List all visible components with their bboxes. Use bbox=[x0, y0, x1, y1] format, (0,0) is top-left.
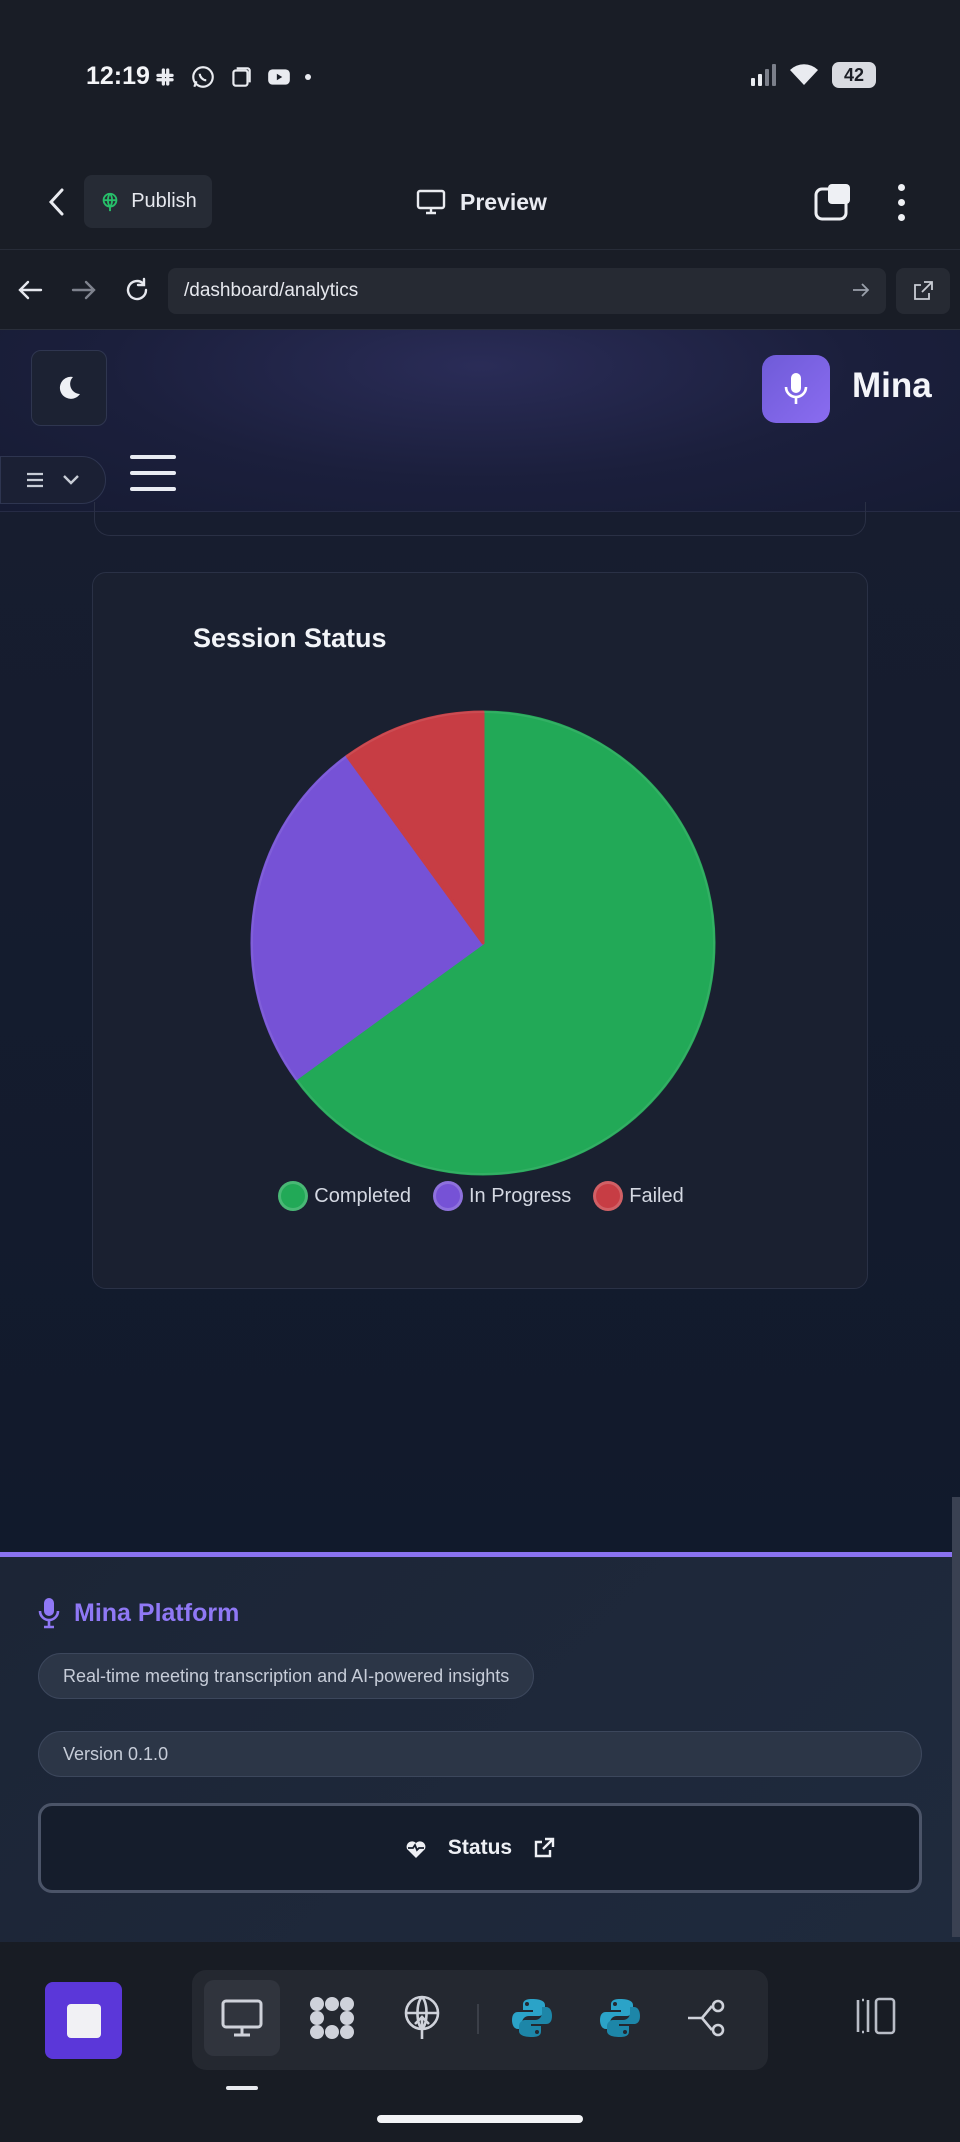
deploy-icon bbox=[404, 1995, 440, 2039]
external-link-icon bbox=[914, 281, 933, 300]
stop-icon bbox=[66, 2003, 101, 2038]
session-status-pie-chart bbox=[250, 710, 716, 1176]
copy-icon bbox=[232, 67, 251, 87]
legend-item-failed[interactable]: Failed bbox=[593, 1181, 684, 1211]
dock-tools bbox=[192, 1970, 768, 2070]
url-text: /dashboard/analytics bbox=[184, 280, 359, 301]
dock-deploy-button[interactable] bbox=[384, 1980, 460, 2056]
grid-apps-icon bbox=[310, 1997, 354, 2039]
external-link-icon bbox=[534, 1837, 555, 1858]
wifi-icon bbox=[790, 64, 818, 85]
monitor-icon bbox=[416, 189, 446, 215]
version-badge: Version 0.1.0 bbox=[38, 1731, 922, 1777]
system-status-bar: 12:19 42 bbox=[0, 0, 960, 150]
python-icon bbox=[512, 1999, 552, 2037]
microphone-icon bbox=[784, 373, 808, 404]
tabs-button[interactable] bbox=[812, 180, 856, 224]
reload-button[interactable] bbox=[117, 270, 157, 310]
legend-swatch bbox=[432, 1181, 463, 1211]
browser-url-bar: /dashboard/analytics bbox=[0, 250, 960, 330]
arrow-right-icon bbox=[71, 280, 96, 300]
status-button[interactable]: Status bbox=[38, 1803, 922, 1893]
footer-brand-name: Mina Platform bbox=[74, 1598, 240, 1627]
status-button-label: Status bbox=[447, 1836, 513, 1859]
preview-toggle[interactable]: Preview bbox=[416, 180, 547, 224]
theme-toggle-button[interactable] bbox=[31, 350, 107, 426]
chart-legend: Completed In Progress Failed bbox=[93, 1181, 869, 1211]
editor-toolbar: Publish Preview bbox=[0, 150, 960, 250]
sidebar-toggle[interactable] bbox=[0, 456, 106, 504]
more-dot bbox=[897, 198, 905, 206]
legend-label: Failed bbox=[629, 1184, 684, 1207]
mina-logo bbox=[762, 355, 830, 423]
youtube-icon bbox=[268, 69, 290, 85]
browser-back-button[interactable] bbox=[10, 270, 50, 310]
slack-icon bbox=[156, 68, 174, 86]
dock-apps-button[interactable] bbox=[294, 1980, 370, 2056]
url-input[interactable]: /dashboard/analytics bbox=[168, 268, 886, 314]
browser-forward-button[interactable] bbox=[64, 270, 104, 310]
share-nodes-icon bbox=[688, 1999, 725, 2037]
notification-icons bbox=[152, 64, 312, 90]
more-dot bbox=[897, 183, 905, 191]
legend-label: In Progress bbox=[468, 1184, 572, 1207]
dock-separator bbox=[477, 2004, 479, 2034]
bottom-dock bbox=[0, 1942, 960, 2142]
legend-item-in-progress[interactable]: In Progress bbox=[432, 1181, 572, 1211]
battery-indicator: 42 bbox=[832, 62, 876, 88]
chevron-down-icon bbox=[63, 475, 79, 485]
list-icon bbox=[27, 472, 43, 488]
moon-icon bbox=[59, 376, 80, 399]
heart-pulse-icon bbox=[406, 1841, 426, 1858]
more-dot bbox=[897, 213, 905, 221]
app-footer: Mina Platform Real-time meeting transcri… bbox=[0, 1497, 960, 1942]
stop-button[interactable] bbox=[45, 1982, 122, 2059]
signal-icon bbox=[751, 64, 776, 86]
footer-brand: Mina Platform bbox=[38, 1597, 239, 1629]
status-time: 12:19 bbox=[86, 62, 150, 90]
arrow-left-icon bbox=[18, 280, 43, 300]
dock-share-button[interactable] bbox=[670, 1980, 746, 2056]
dock-python-button-2[interactable] bbox=[582, 1980, 658, 2056]
go-arrow-icon[interactable] bbox=[850, 279, 872, 301]
hamburger-menu-button[interactable] bbox=[130, 455, 176, 491]
more-options-button[interactable] bbox=[886, 180, 916, 224]
legend-label: Completed bbox=[314, 1184, 411, 1207]
side-panel-toggle[interactable] bbox=[850, 1994, 900, 2044]
brand-name: Mina bbox=[852, 366, 932, 405]
desktop-icon bbox=[221, 1999, 263, 2037]
chevron-left-icon bbox=[48, 188, 64, 216]
panel-icon bbox=[856, 1997, 896, 2035]
scrollbar-thumb[interactable] bbox=[952, 1497, 960, 1937]
tabs-icon bbox=[814, 184, 850, 221]
reload-icon bbox=[126, 277, 148, 301]
dock-desktop-button[interactable] bbox=[204, 1980, 280, 2056]
dock-python-button[interactable] bbox=[494, 1980, 570, 2056]
legend-swatch bbox=[278, 1181, 309, 1211]
session-status-card: Session Status Completed In Progress Faile… bbox=[92, 572, 868, 1289]
back-button[interactable] bbox=[36, 180, 76, 224]
chart-title: Session Status bbox=[193, 623, 387, 653]
hamburger-line bbox=[130, 455, 176, 459]
app-header: Mina bbox=[0, 330, 960, 512]
previous-card-edge bbox=[94, 502, 866, 536]
open-external-button[interactable] bbox=[896, 268, 950, 314]
preview-label: Preview bbox=[460, 188, 547, 215]
main-content: Session Status Completed In Progress Faile… bbox=[0, 502, 960, 1552]
active-indicator bbox=[226, 2086, 258, 2090]
whatsapp-icon bbox=[192, 66, 214, 88]
publish-label: Publish bbox=[131, 190, 197, 212]
hamburger-line bbox=[130, 487, 176, 491]
home-indicator[interactable] bbox=[377, 2115, 583, 2123]
dot-icon bbox=[305, 74, 311, 80]
hamburger-line bbox=[130, 471, 176, 475]
status-right: 42 bbox=[750, 62, 876, 88]
python-icon bbox=[600, 1999, 640, 2037]
legend-item-completed[interactable]: Completed bbox=[278, 1181, 411, 1211]
publish-globe-icon bbox=[102, 192, 118, 211]
publish-button[interactable]: Publish bbox=[84, 175, 212, 228]
footer-tagline: Real-time meeting transcription and AI-p… bbox=[38, 1653, 535, 1699]
microphone-icon bbox=[38, 1598, 60, 1629]
legend-swatch bbox=[593, 1181, 624, 1211]
